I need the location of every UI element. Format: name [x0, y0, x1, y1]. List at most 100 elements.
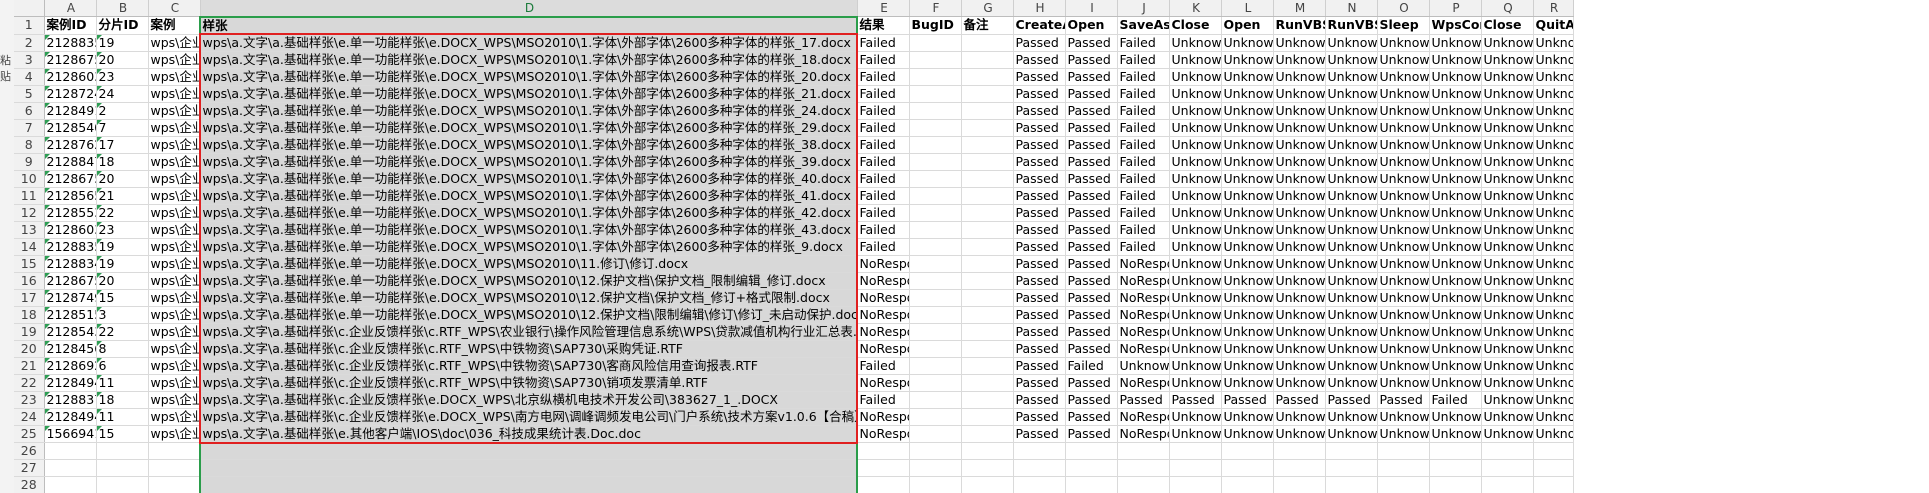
cell-o[interactable]: Unknown [1377, 289, 1430, 307]
cell-e[interactable]: Failed [857, 238, 910, 256]
row-header[interactable]: 13 [14, 221, 45, 239]
cell-b[interactable]: 22 [96, 204, 149, 222]
cell-a[interactable]: 21286757 [44, 51, 97, 69]
column-header-o[interactable]: O [1377, 0, 1430, 17]
cell-b[interactable]: 2 [96, 102, 149, 120]
cell-q[interactable]: Unknown [1481, 272, 1534, 290]
cell-a[interactable]: 21286752 [44, 272, 97, 290]
cell-g[interactable] [961, 238, 1014, 256]
cell-e[interactable]: Failed [857, 102, 910, 120]
column-title-cell[interactable]: WpsConv [1429, 16, 1482, 35]
column-title-cell[interactable]: Close [1169, 16, 1222, 35]
cell-i[interactable]: Passed [1065, 289, 1118, 307]
column-title-cell[interactable]: RunVBSC [1273, 16, 1326, 35]
cell-b[interactable]: 19 [96, 255, 149, 273]
cell-b[interactable]: 20 [96, 51, 149, 69]
cell-h[interactable] [1013, 459, 1066, 477]
cell-h[interactable]: Passed [1013, 391, 1066, 409]
cell-l[interactable]: Unknown [1221, 289, 1274, 307]
cell-p[interactable]: Unknown [1429, 408, 1482, 426]
cell-a[interactable]: 21288355 [44, 238, 97, 256]
cell-o[interactable]: Unknown [1377, 187, 1430, 205]
cell-g[interactable] [961, 289, 1014, 307]
cell-m[interactable]: Unknown [1273, 136, 1326, 154]
cell-k[interactable]: Unknown [1169, 408, 1222, 426]
cell-g[interactable] [961, 187, 1014, 205]
cell-g[interactable] [961, 136, 1014, 154]
cell-a[interactable]: 21285432 [44, 323, 97, 341]
cell-k[interactable]: Unknown [1169, 238, 1222, 256]
column-title-cell[interactable]: 备注 [961, 16, 1014, 35]
cell-a[interactable]: 21284910 [44, 102, 97, 120]
cell-e[interactable]: Failed [857, 34, 910, 52]
cell-r[interactable]: Unknown [1533, 357, 1574, 375]
cell-r[interactable]: Unknown [1533, 374, 1574, 392]
cell-q[interactable]: Unknown [1481, 170, 1534, 188]
column-header-p[interactable]: P [1429, 0, 1482, 17]
cell-n[interactable]: Unknown [1325, 255, 1378, 273]
cell-h[interactable]: Passed [1013, 340, 1066, 358]
cell-j[interactable]: Failed [1117, 102, 1170, 120]
column-title-cell[interactable]: 分片ID [96, 16, 149, 35]
cell-r[interactable]: Unknown [1533, 34, 1574, 52]
cell-n[interactable]: Unknown [1325, 408, 1378, 426]
cell-g[interactable] [961, 85, 1014, 103]
cell-h[interactable]: Passed [1013, 357, 1066, 375]
cell-c[interactable] [148, 459, 201, 477]
cell-f[interactable] [909, 221, 962, 239]
cell-j[interactable]: Failed [1117, 204, 1170, 222]
cell-g[interactable] [961, 204, 1014, 222]
cell-f[interactable] [909, 68, 962, 86]
row-header[interactable]: 9 [14, 153, 45, 171]
cell-a[interactable]: 21287498 [44, 289, 97, 307]
cell-q[interactable] [1481, 476, 1534, 493]
cell-q[interactable]: Unknown [1481, 51, 1534, 69]
cell-o[interactable]: Unknown [1377, 425, 1430, 443]
cell-c[interactable]: wps\企业版 [148, 374, 201, 392]
cell-a[interactable]: 21286033 [44, 221, 97, 239]
cell-e[interactable] [857, 459, 910, 477]
cell-j[interactable]: NoRespon [1117, 272, 1170, 290]
cell-p[interactable]: Unknown [1429, 102, 1482, 120]
cell-e[interactable]: NoRespon [857, 374, 910, 392]
cell-l[interactable]: Passed [1221, 391, 1274, 409]
cell-c[interactable]: wps\企业版 [148, 170, 201, 188]
cell-a[interactable] [44, 476, 97, 493]
cell-e[interactable]: Failed [857, 170, 910, 188]
column-title-cell[interactable]: Open [1065, 16, 1118, 35]
cell-d[interactable]: wps\a.文字\a.基础样张\e.单一功能样张\e.DOCX_WPS\MSO2… [200, 85, 858, 103]
column-header-n[interactable]: N [1325, 0, 1378, 17]
cell-m[interactable]: Unknown [1273, 170, 1326, 188]
cell-h[interactable]: Passed [1013, 238, 1066, 256]
cell-l[interactable]: Unknown [1221, 340, 1274, 358]
cell-h[interactable]: Passed [1013, 425, 1066, 443]
cell-d[interactable]: wps\a.文字\a.基础样张\e.单一功能样张\e.DOCX_WPS\MSO2… [200, 238, 858, 256]
cell-e[interactable] [857, 442, 910, 460]
cell-r[interactable]: Unknown [1533, 102, 1574, 120]
cell-n[interactable]: Passed [1325, 391, 1378, 409]
cell-n[interactable]: Unknown [1325, 170, 1378, 188]
cell-e[interactable]: NoRespon [857, 289, 910, 307]
column-header-r[interactable]: R [1533, 0, 1574, 17]
cell-k[interactable]: Unknown [1169, 374, 1222, 392]
cell-g[interactable] [961, 255, 1014, 273]
cell-o[interactable]: Unknown [1377, 85, 1430, 103]
cell-f[interactable] [909, 136, 962, 154]
cell-p[interactable]: Unknown [1429, 170, 1482, 188]
cell-e[interactable]: NoRespon [857, 408, 910, 426]
cell-n[interactable]: Unknown [1325, 153, 1378, 171]
cell-i[interactable]: Passed [1065, 204, 1118, 222]
cell-n[interactable]: Unknown [1325, 357, 1378, 375]
cell-g[interactable] [961, 340, 1014, 358]
cell-o[interactable]: Passed [1377, 391, 1430, 409]
column-title-cell[interactable]: 案例 [148, 16, 201, 35]
cell-d[interactable]: wps\a.文字\a.基础样张\e.单一功能样张\e.DOCX_WPS\MSO2… [200, 34, 858, 52]
cell-r[interactable]: Unknown [1533, 425, 1574, 443]
cell-c[interactable]: wps\企业版 [148, 34, 201, 52]
cell-q[interactable]: Unknown [1481, 153, 1534, 171]
cell-o[interactable]: Unknown [1377, 68, 1430, 86]
cell-f[interactable] [909, 374, 962, 392]
cell-d[interactable] [200, 442, 858, 460]
cell-f[interactable] [909, 357, 962, 375]
cell-d[interactable]: wps\a.文字\a.基础样张\e.单一功能样张\e.DOCX_WPS\MSO2… [200, 170, 858, 188]
